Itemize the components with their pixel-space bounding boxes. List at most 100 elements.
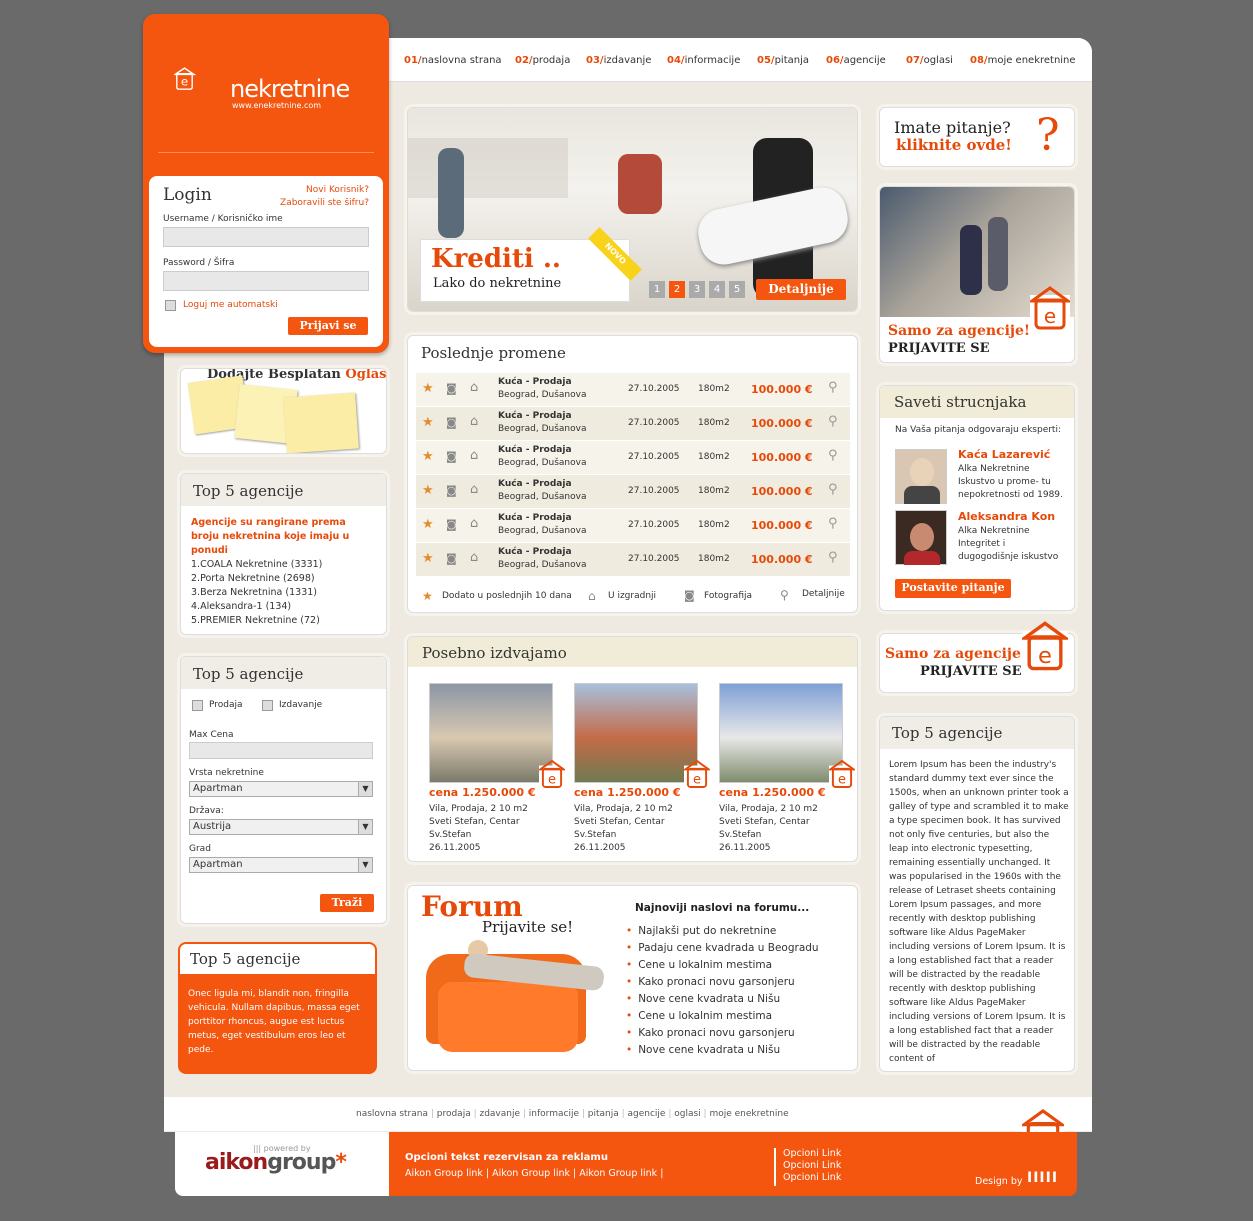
- aikon-logo[interactable]: aikongroup*: [205, 1150, 347, 1175]
- footer-link[interactable]: moje enekretnine: [709, 1109, 788, 1119]
- city-select[interactable]: Apartman ▼: [189, 857, 373, 873]
- expert-name[interactable]: Aleksandra Kon: [958, 510, 1055, 523]
- magnifier-icon[interactable]: ⚲: [828, 516, 838, 531]
- nav-item-oglasi[interactable]: 07/oglasi: [906, 55, 953, 66]
- chevron-down-icon: ▼: [358, 858, 372, 872]
- password-label: Password / Šifra: [163, 258, 235, 268]
- question-banner[interactable]: Imate pitanje? kliknite ovde! ?: [879, 107, 1075, 167]
- slide-page-5[interactable]: 5: [729, 281, 745, 298]
- nav-item-prodaja[interactable]: 02/prodaja: [515, 55, 570, 66]
- property-price: 100.000 €: [751, 383, 813, 396]
- optional-link[interactable]: Opcioni Link: [783, 1148, 841, 1160]
- magnifier-icon[interactable]: ⚲: [828, 482, 838, 497]
- slide-page-1[interactable]: 1: [649, 281, 665, 298]
- country-label: Država:: [189, 806, 224, 816]
- search-button[interactable]: Traži: [320, 894, 374, 912]
- property-date: 27.10.2005: [628, 384, 680, 394]
- username-label: Username / Korisničko ime: [163, 214, 283, 224]
- legend-new: Dodato u poslednjih 10 dana: [442, 591, 572, 601]
- footer-link[interactable]: oglasi: [674, 1109, 700, 1119]
- footer-link[interactable]: pitanja: [588, 1109, 619, 1119]
- forgot-link[interactable]: Zaboravili ste šifru?: [280, 198, 369, 208]
- agency-signup-banner[interactable]: e Samo za agencije! PRIJAVITE SE: [879, 186, 1075, 363]
- free-ad-banner[interactable]: Dodajte Besplatan Oglas: [180, 368, 387, 454]
- footer-link[interactable]: prodaja: [437, 1109, 471, 1119]
- property-type-select[interactable]: Apartman ▼: [189, 781, 373, 797]
- chevron-down-icon: ▼: [358, 820, 372, 834]
- slide-page-2[interactable]: 2: [669, 281, 685, 298]
- forum-topic[interactable]: Padaju cene kvadrada u Beogradu: [626, 940, 818, 957]
- agency-item[interactable]: 1.COALA Nekretnine (3331): [191, 558, 322, 572]
- magnifier-icon[interactable]: ⚲: [828, 448, 838, 463]
- forum-topic[interactable]: Kako pronaci novu garsonjeru: [626, 974, 819, 991]
- agency-list: 1.COALA Nekretnine (3331) 2.Porta Nekret…: [191, 558, 322, 628]
- table-row[interactable]: ★ ◙ ⌂ Kuća - Prodaja Beograd, Dušanova 27.10.…: [416, 509, 850, 542]
- agency-item[interactable]: 3.Berza Nekretnina (1331): [191, 586, 322, 600]
- country-select[interactable]: Austrija ▼: [189, 819, 373, 835]
- footer-link[interactable]: zdavanje: [479, 1109, 520, 1119]
- magnifier-icon[interactable]: ⚲: [828, 380, 838, 395]
- agency-item[interactable]: 5.PREMIER Nekretnine (72): [191, 614, 322, 628]
- agency-item[interactable]: 4.Aleksandra-1 (134): [191, 600, 322, 614]
- ad-links[interactable]: Aikon Group link | Aikon Group link | Ai…: [405, 1168, 663, 1179]
- new-user-link[interactable]: Novi Korisnik?: [306, 185, 369, 195]
- slide-page-4[interactable]: 4: [709, 281, 725, 298]
- property-type: Kuća - Prodaja: [498, 547, 572, 557]
- nav-item-izdavanje[interactable]: 03/izdavanje: [586, 55, 651, 66]
- property-thumbnail[interactable]: [719, 683, 843, 783]
- expert-name[interactable]: Kaća Lazarević: [958, 448, 1050, 461]
- star-icon: ★: [422, 449, 434, 464]
- designer-logo[interactable]: IIIII: [1027, 1170, 1058, 1186]
- nav-item-pitanja[interactable]: 05/pitanja: [757, 55, 809, 66]
- agency-signup-banner[interactable]: Samo za agencije! PRIJAVITE SE e: [879, 621, 1075, 693]
- izdavanje-checkbox[interactable]: [262, 700, 273, 711]
- magnifier-icon[interactable]: ⚲: [828, 550, 838, 565]
- nav-item-moje[interactable]: 08/moje enekretnine: [970, 55, 1076, 66]
- nav-item-agencije[interactable]: 06/agencije: [826, 55, 886, 66]
- footer-ad: Opcioni tekst rezervisan za reklamu Aiko…: [389, 1132, 1077, 1196]
- prodaja-checkbox[interactable]: [192, 700, 203, 711]
- forum-topic[interactable]: Nove cene kvadrata u Nišu: [626, 991, 819, 1008]
- ask-question-button[interactable]: Postavite pitanje: [895, 579, 1011, 598]
- agency-item[interactable]: 2.Porta Nekretnine (2698): [191, 572, 322, 586]
- magnifier-icon[interactable]: ⚲: [828, 414, 838, 429]
- forum-subtitle[interactable]: Prijavite se!: [482, 918, 573, 936]
- footer-link[interactable]: naslovna strana: [356, 1109, 428, 1119]
- agency-line2: PRIJAVITE SE: [888, 341, 990, 356]
- password-input[interactable]: [163, 271, 369, 291]
- table-row[interactable]: ★ ◙ ⌂ Kuća - Prodaja Beograd, Dušanova 27.10.…: [416, 407, 850, 440]
- forum-topic[interactable]: Najlakši put do nekretnine: [626, 923, 819, 940]
- slide-page-3[interactable]: 3: [689, 281, 705, 298]
- property-thumbnail[interactable]: [429, 683, 553, 783]
- table-row[interactable]: ★ ◙ ⌂ Kuća - Prodaja Beograd, Dušanova 27.10.…: [416, 441, 850, 474]
- featured-box: Posebno izdvajamo e cena 1.250.000 € Vila,…: [407, 636, 858, 862]
- table-row[interactable]: ★ ◙ ⌂ Kuća - Prodaja Beograd, Dušanova 27.10.…: [416, 543, 850, 576]
- max-price-input[interactable]: [189, 742, 373, 759]
- footer-link[interactable]: agencije: [628, 1109, 666, 1119]
- agency-line2: PRIJAVITE SE: [920, 664, 1022, 679]
- featured-info: Vila, Prodaja, 2 10 m2 Sveti Stefan, Cent…: [574, 804, 673, 853]
- nav-item-informacije[interactable]: 04/informacije: [667, 55, 740, 66]
- hero-details-button[interactable]: Detaljnije: [756, 279, 846, 300]
- optional-link[interactable]: Opcioni Link: [783, 1160, 841, 1172]
- house-logo-icon: e: [1022, 621, 1068, 672]
- property-thumbnail[interactable]: [574, 683, 698, 783]
- forum-topic[interactable]: Nove cene kvadrata u Nišu: [626, 1042, 819, 1059]
- table-row[interactable]: ★ ◙ ⌂ Kuća - Prodaja Beograd, Dušanova 27.10.…: [416, 373, 850, 406]
- ad-title: Opcioni tekst rezervisan za reklamu: [405, 1152, 608, 1163]
- auto-login-checkbox[interactable]: [165, 300, 176, 311]
- forum-topic[interactable]: Kako pronaci novu garsonjeru: [626, 1025, 819, 1042]
- username-input[interactable]: [163, 227, 369, 247]
- optional-link[interactable]: Opcioni Link: [783, 1172, 841, 1184]
- property-type: Kuća - Prodaja: [498, 513, 572, 523]
- property-type: Kuća - Prodaja: [498, 411, 572, 421]
- table-row[interactable]: ★ ◙ ⌂ Kuća - Prodaja Beograd, Dušanova 27.10.…: [416, 475, 850, 508]
- login-title: Login: [163, 185, 212, 205]
- legend-detail: Detaljnije: [802, 589, 845, 599]
- house-logo-icon: e: [829, 759, 855, 789]
- footer-link[interactable]: informacije: [529, 1109, 579, 1119]
- forum-topic[interactable]: Cene u lokalnim mestima: [626, 957, 819, 974]
- login-button[interactable]: Prijavi se: [288, 317, 368, 335]
- nav-item-naslovna[interactable]: 01/naslovna strana: [404, 55, 502, 66]
- forum-topic[interactable]: Cene u lokalnim mestima: [626, 1008, 819, 1025]
